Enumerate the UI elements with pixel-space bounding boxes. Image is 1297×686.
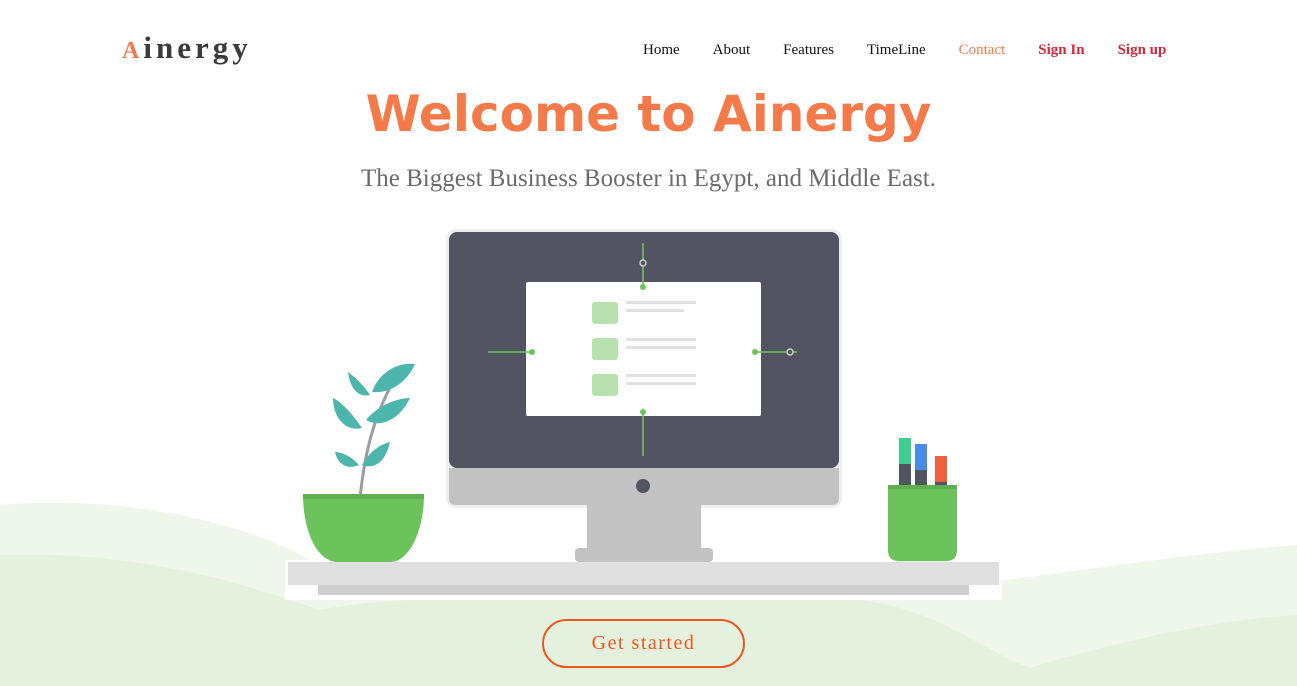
nav-about[interactable]: About xyxy=(713,40,751,60)
nav-timeline[interactable]: TimeLine xyxy=(867,40,926,60)
main-nav: Home About Features TimeLine Contact Sig… xyxy=(643,40,1166,60)
desk-icon xyxy=(285,560,1002,600)
hero-illustration xyxy=(285,229,1002,600)
logo-first-letter: A xyxy=(122,38,144,64)
logo-text: inergy xyxy=(143,30,252,65)
pen-cup-icon xyxy=(888,438,957,561)
logo[interactable]: Ainergy xyxy=(122,28,252,71)
nav-features[interactable]: Features xyxy=(783,40,834,60)
get-started-button[interactable]: Get started xyxy=(542,619,745,668)
plant-icon xyxy=(303,363,424,562)
hero-title: Welcome to Ainergy xyxy=(365,85,932,143)
sign-in-link[interactable]: Sign In xyxy=(1038,40,1084,60)
nav-contact[interactable]: Contact xyxy=(959,40,1006,60)
nav-home[interactable]: Home xyxy=(643,40,680,60)
hero-subtitle: The Biggest Business Booster in Egypt, a… xyxy=(361,165,936,192)
monitor-icon xyxy=(446,229,842,562)
sign-up-link[interactable]: Sign up xyxy=(1118,40,1167,60)
